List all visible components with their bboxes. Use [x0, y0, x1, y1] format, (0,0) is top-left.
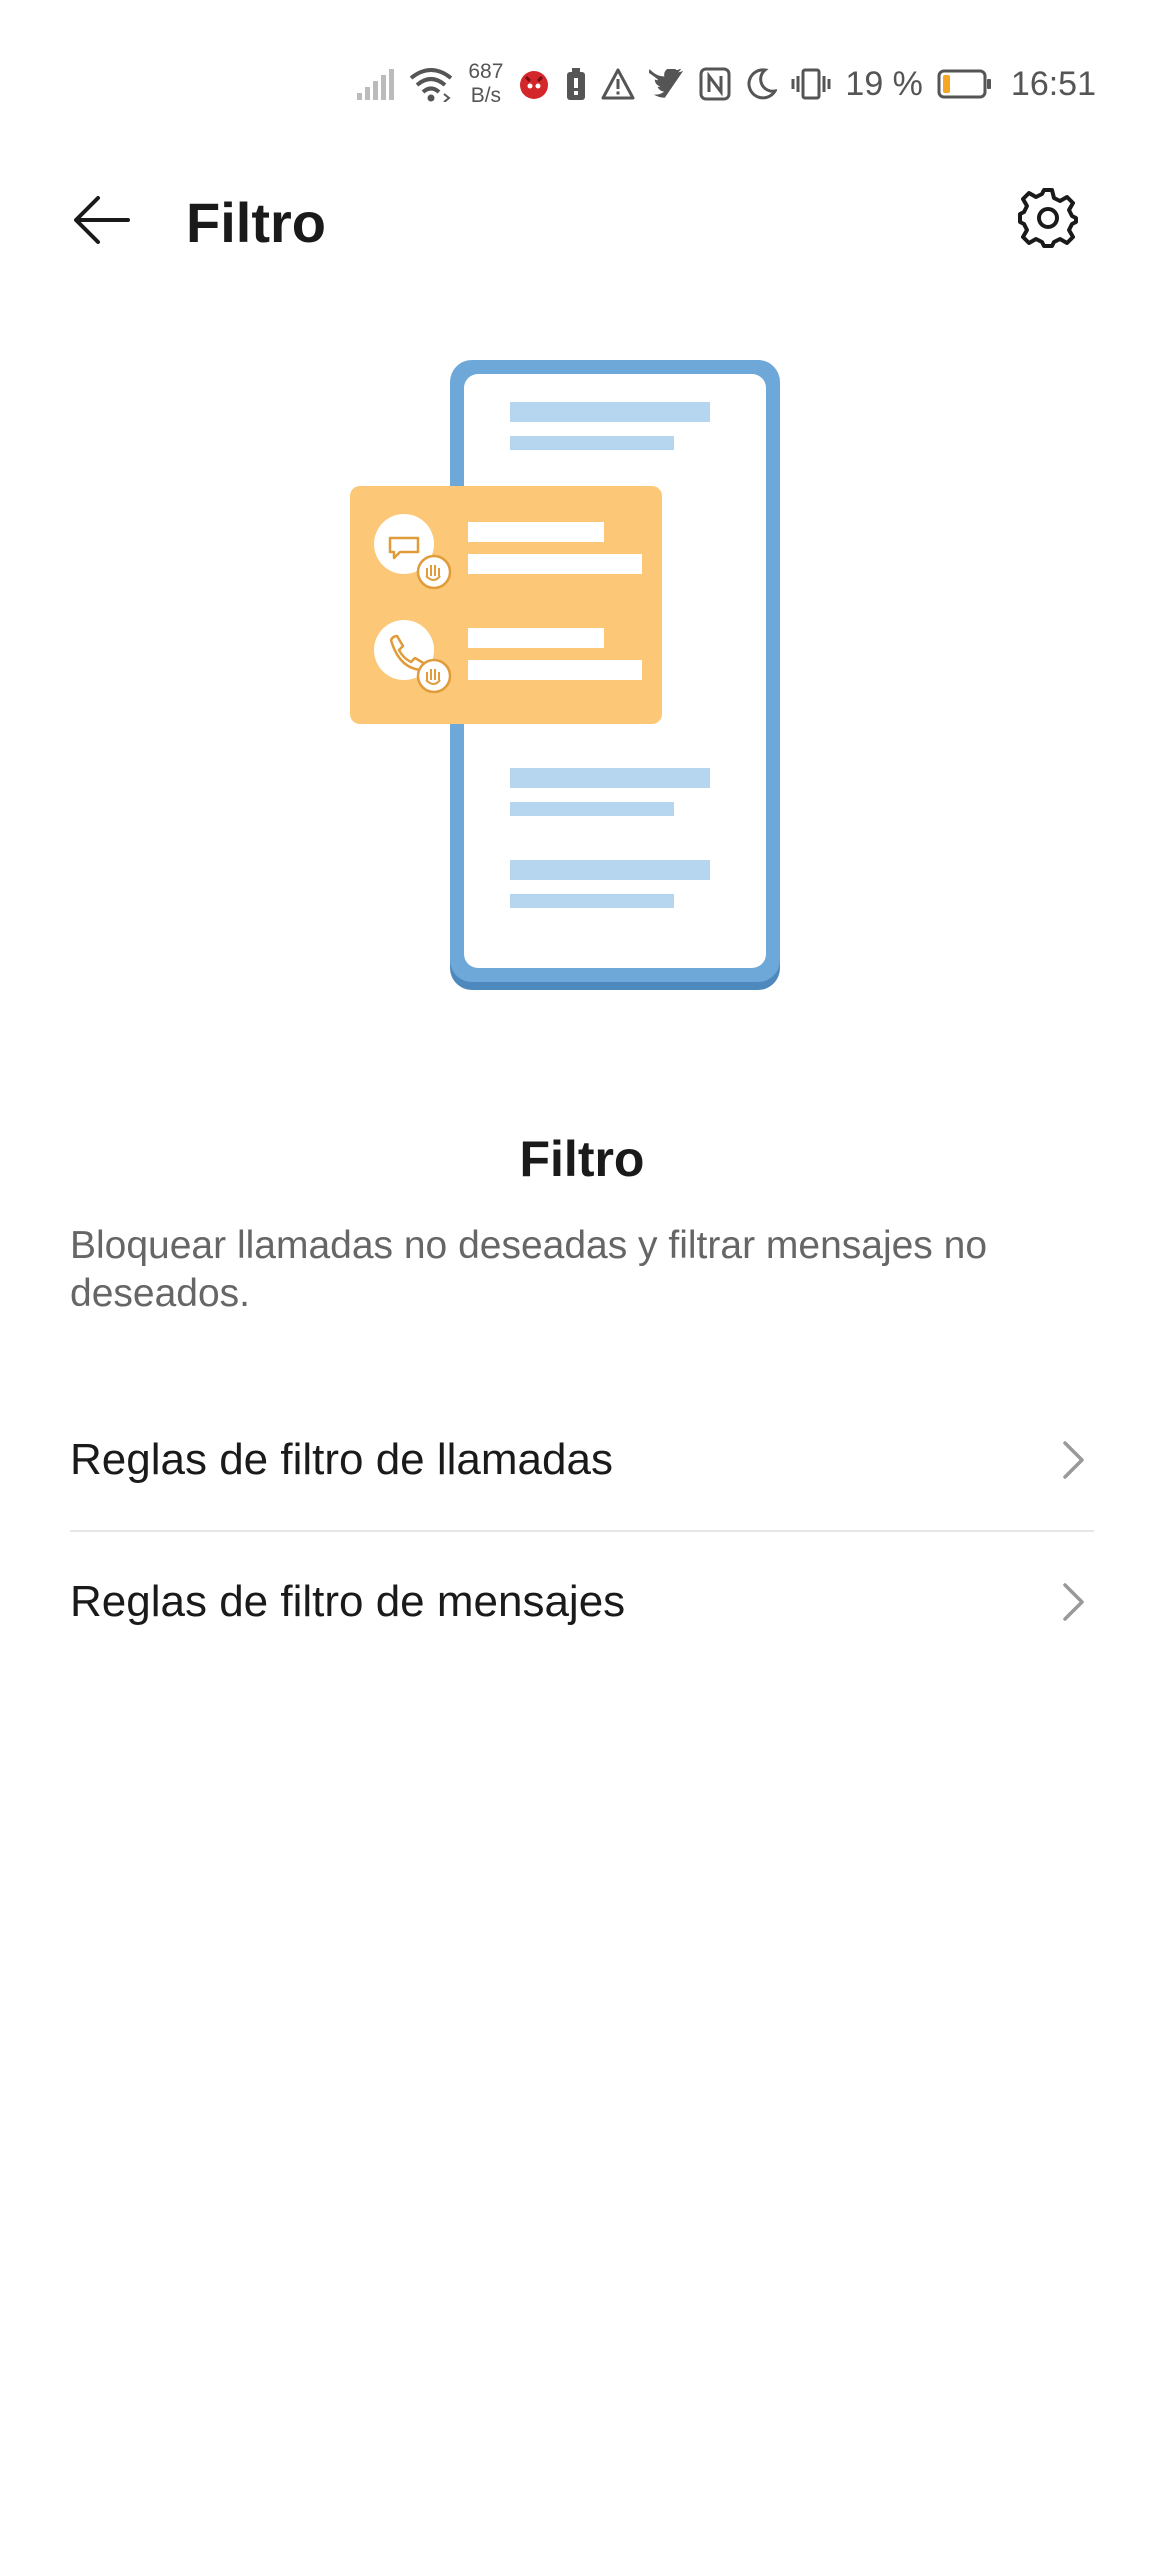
call-filter-rules-label: Reglas de filtro de llamadas: [70, 1435, 613, 1484]
settings-button[interactable]: [1006, 178, 1090, 262]
network-speed: 687 B/s: [468, 60, 503, 108]
back-button[interactable]: [60, 180, 144, 264]
gear-icon: [1017, 187, 1079, 254]
chevron-right-icon: [1054, 1436, 1094, 1484]
status-bar: 687 B/s 19 % 16:51: [0, 0, 1164, 170]
section-description: Bloquear llamadas no deseadas y filtrar …: [70, 1224, 988, 1315]
twitter-icon: [649, 69, 685, 99]
chevron-right-icon: [1054, 1578, 1094, 1626]
battery-saver-icon: [565, 67, 587, 101]
nfc-icon: [699, 67, 731, 101]
arrow-left-icon: [72, 194, 132, 251]
vibrate-icon: [791, 67, 831, 101]
app-notification-icon: [517, 67, 551, 101]
page-title: Filtro: [186, 191, 326, 254]
signal-icon: [356, 67, 395, 101]
message-filter-rules-label: Reglas de filtro de mensajes: [70, 1577, 626, 1626]
message-filter-rules-item[interactable]: Reglas de filtro de mensajes: [70, 1532, 1094, 1672]
section-title: Filtro: [519, 1131, 645, 1187]
clock: 16:51: [1010, 64, 1096, 103]
battery-icon: [937, 69, 993, 99]
network-speed-unit: B/s: [470, 84, 502, 107]
battery-percent: 19 %: [845, 64, 923, 103]
filter-illustration: [330, 350, 790, 1000]
status-icons: 687 B/s 19 % 16:51: [356, 56, 1096, 112]
do-not-disturb-icon: [745, 67, 778, 101]
network-speed-value: 687: [468, 60, 504, 83]
call-filter-rules-item[interactable]: Reglas de filtro de llamadas: [70, 1390, 1094, 1530]
app-bar: Filtro: [0, 170, 1164, 270]
wifi-icon: [408, 66, 454, 102]
filter-rules-list: Reglas de filtro de llamadas Reglas de f…: [70, 1390, 1094, 1672]
warning-icon: [601, 68, 635, 100]
